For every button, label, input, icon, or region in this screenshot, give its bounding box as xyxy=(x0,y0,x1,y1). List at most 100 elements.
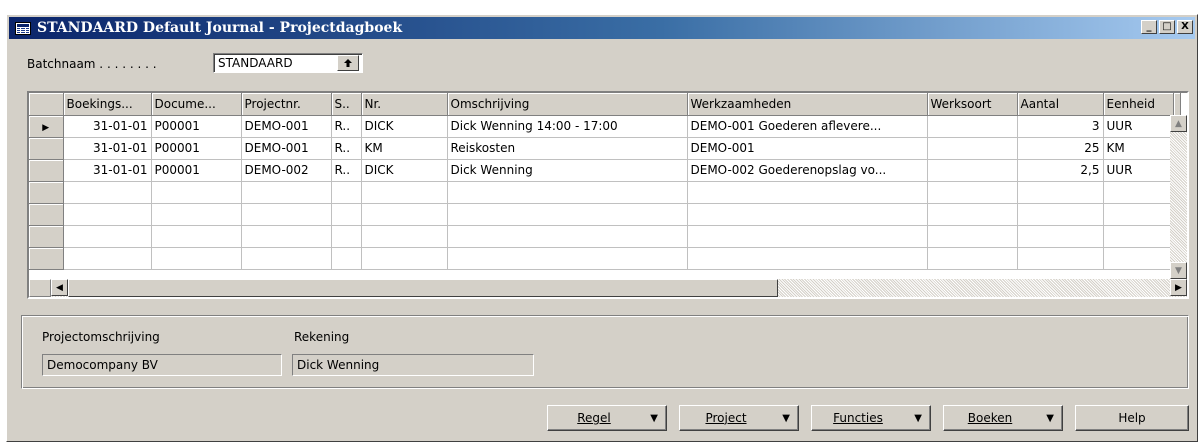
table-cell[interactable]: Dick Wenning xyxy=(447,159,688,182)
regel-button[interactable]: Regel ▼ xyxy=(547,405,667,431)
table-cell[interactable]: 31-01-01 xyxy=(63,137,152,160)
table-cell[interactable] xyxy=(687,225,928,248)
table-cell[interactable]: 31-01-01 xyxy=(63,115,152,138)
table-cell[interactable] xyxy=(361,225,448,248)
batch-lookup-button[interactable] xyxy=(337,55,359,71)
table-cell[interactable]: 2,5 xyxy=(1017,159,1104,182)
table-cell[interactable]: DEMO-001 xyxy=(687,137,928,160)
column-header[interactable]: Werkzaamheden xyxy=(687,93,928,116)
table-row[interactable]: ▶ 31-01-01 P00001 DEMO-001 R.. DICK Dick Wenni… xyxy=(29,115,1181,138)
table-cell[interactable]: DEMO-001 xyxy=(241,137,332,160)
scroll-right-button[interactable]: ▶ xyxy=(1170,279,1187,296)
table-cell[interactable]: P00001 xyxy=(151,137,242,160)
table-cell[interactable]: 3 xyxy=(1017,115,1104,138)
table-cell[interactable]: P00001 xyxy=(151,115,242,138)
horizontal-scrollbar[interactable]: ◀ ▶ xyxy=(51,279,1187,297)
column-header[interactable]: Nr. xyxy=(361,93,448,116)
table-cell[interactable] xyxy=(1017,247,1104,270)
table-cell[interactable]: 25 xyxy=(1017,137,1104,160)
row-selector[interactable] xyxy=(29,181,64,204)
row-selector[interactable] xyxy=(29,247,64,270)
table-cell[interactable] xyxy=(331,181,362,204)
table-row[interactable] xyxy=(29,225,1181,248)
table-cell[interactable] xyxy=(447,203,688,226)
boeken-button[interactable]: Boeken ▼ xyxy=(943,405,1063,431)
table-cell[interactable] xyxy=(63,203,152,226)
table-cell[interactable] xyxy=(1103,247,1174,270)
table-cell[interactable]: 31-01-01 xyxy=(63,159,152,182)
table-cell[interactable] xyxy=(241,247,332,270)
table-cell[interactable] xyxy=(331,225,362,248)
column-header[interactable]: Werksoort xyxy=(927,93,1018,116)
table-cell[interactable]: DEMO-002 Goederenopslag vo... xyxy=(687,159,928,182)
table-cell[interactable]: DICK xyxy=(361,159,448,182)
column-header[interactable]: S.. xyxy=(331,93,362,116)
table-cell[interactable] xyxy=(927,137,1018,160)
table-cell[interactable]: P00001 xyxy=(151,159,242,182)
table-cell[interactable]: DEMO-001 xyxy=(241,115,332,138)
table-cell[interactable]: Reiskosten xyxy=(447,137,688,160)
scroll-down-button[interactable]: ▼ xyxy=(1170,262,1187,279)
maximize-button[interactable]: □ xyxy=(1159,20,1175,34)
table-cell[interactable] xyxy=(151,203,242,226)
column-header[interactable]: Boekings... xyxy=(63,93,152,116)
table-cell[interactable] xyxy=(63,181,152,204)
table-cell[interactable] xyxy=(331,247,362,270)
column-header[interactable]: Eenheid xyxy=(1103,93,1174,116)
table-cell[interactable] xyxy=(927,115,1018,138)
vertical-scrollbar[interactable]: ▲ ▼ xyxy=(1170,115,1187,279)
title-bar[interactable]: STANDAARD Default Journal - Projectdagbo… xyxy=(9,17,1195,39)
table-cell[interactable] xyxy=(687,203,928,226)
table-cell[interactable] xyxy=(241,203,332,226)
table-cell[interactable] xyxy=(361,203,448,226)
horizontal-scroll-thumb[interactable] xyxy=(68,279,778,297)
table-cell[interactable] xyxy=(447,225,688,248)
project-button[interactable]: Project ▼ xyxy=(679,405,799,431)
table-cell[interactable] xyxy=(151,225,242,248)
table-cell[interactable] xyxy=(151,181,242,204)
journal-grid[interactable]: Boekings... Docume... Projectnr. S.. Nr. Omsc… xyxy=(27,91,1189,299)
row-selector[interactable] xyxy=(29,159,64,182)
table-cell[interactable]: DICK xyxy=(361,115,448,138)
table-cell[interactable]: DEMO-001 Goederen aflevere... xyxy=(687,115,928,138)
row-selector[interactable] xyxy=(29,137,64,160)
scroll-up-button[interactable]: ▲ xyxy=(1170,115,1187,132)
table-cell[interactable] xyxy=(687,181,928,204)
table-cell[interactable] xyxy=(63,225,152,248)
table-cell[interactable] xyxy=(361,247,448,270)
table-cell[interactable]: UUR xyxy=(1103,115,1174,138)
functies-button[interactable]: Functies ▼ xyxy=(811,405,931,431)
table-cell[interactable] xyxy=(331,203,362,226)
column-header[interactable]: Docume... xyxy=(151,93,242,116)
table-cell[interactable] xyxy=(1017,181,1104,204)
table-cell[interactable] xyxy=(1103,181,1174,204)
column-header[interactable]: Projectnr. xyxy=(241,93,332,116)
table-cell[interactable]: KM xyxy=(361,137,448,160)
minimize-button[interactable]: _ xyxy=(1141,20,1157,34)
table-cell[interactable] xyxy=(1103,203,1174,226)
table-cell[interactable] xyxy=(927,225,1018,248)
table-cell[interactable] xyxy=(1017,225,1104,248)
table-cell[interactable]: UUR xyxy=(1103,159,1174,182)
table-cell[interactable] xyxy=(687,247,928,270)
table-cell[interactable] xyxy=(927,159,1018,182)
table-cell[interactable] xyxy=(361,181,448,204)
table-cell[interactable] xyxy=(1017,203,1104,226)
column-header[interactable]: Aantal xyxy=(1017,93,1104,116)
table-cell[interactable] xyxy=(241,225,332,248)
table-cell[interactable] xyxy=(447,181,688,204)
table-cell[interactable] xyxy=(1103,225,1174,248)
table-row[interactable]: 31-01-01 P00001 DEMO-002 R.. DICK Dick Wennin… xyxy=(29,159,1181,182)
help-button[interactable]: Help xyxy=(1075,405,1189,431)
table-row[interactable] xyxy=(29,247,1181,270)
column-header[interactable]: Omschrijving xyxy=(447,93,688,116)
row-selector[interactable] xyxy=(29,203,64,226)
table-cell[interactable] xyxy=(927,203,1018,226)
close-button[interactable]: X xyxy=(1177,20,1193,34)
table-cell[interactable] xyxy=(151,247,242,270)
table-cell[interactable]: R.. xyxy=(331,137,362,160)
table-cell[interactable] xyxy=(63,247,152,270)
table-cell[interactable]: R.. xyxy=(331,115,362,138)
table-cell[interactable]: R.. xyxy=(331,159,362,182)
table-cell[interactable]: Dick Wenning 14:00 - 17:00 xyxy=(447,115,688,138)
